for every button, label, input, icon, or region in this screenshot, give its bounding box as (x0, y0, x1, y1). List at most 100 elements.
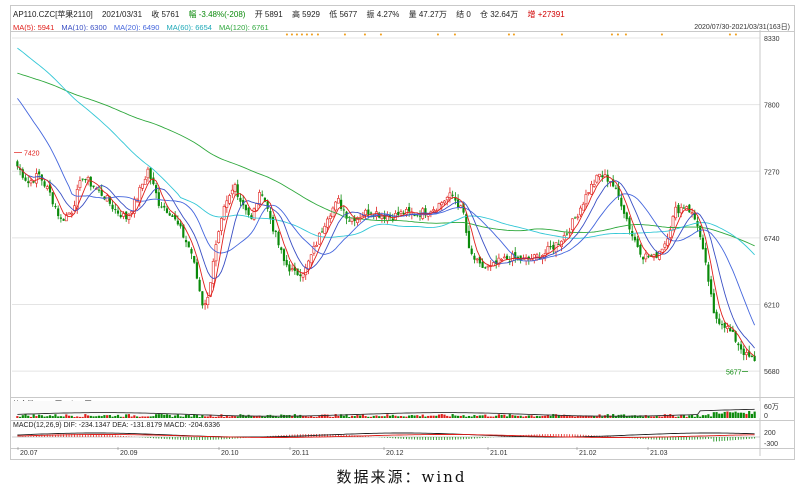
volume-bar (427, 415, 430, 418)
candle-body (620, 197, 623, 207)
event-marker: • (363, 31, 367, 39)
volume-bar (753, 411, 756, 418)
volume-bar (174, 415, 177, 418)
candle-body (432, 209, 435, 212)
volume-bar (696, 414, 699, 418)
candle-body (78, 180, 82, 188)
event-marker: • (295, 31, 299, 39)
candle-body (720, 324, 724, 326)
candle-body (45, 186, 49, 189)
event-marker: • (624, 31, 628, 39)
candle-body (682, 207, 685, 209)
candle-body (247, 207, 250, 215)
volume-bar (661, 416, 664, 418)
volume-bar (127, 414, 130, 418)
volume-bar (236, 416, 239, 418)
candle-body (707, 264, 710, 282)
candle-body (244, 204, 247, 211)
candle-body (211, 261, 215, 284)
volume-bar (495, 415, 498, 418)
candle-body (549, 246, 552, 248)
candle-body (97, 189, 101, 191)
volume-bar (601, 416, 604, 418)
volume-bar (228, 416, 231, 418)
candle-body (660, 248, 664, 253)
candle-body (89, 176, 92, 187)
candle-body (625, 212, 628, 220)
volume-bar (87, 415, 90, 418)
volume-bar (103, 415, 106, 418)
volume-bar (65, 414, 68, 418)
candle-body (67, 212, 71, 215)
x-tick-label: 21.02 (579, 450, 597, 457)
candle-body (125, 211, 128, 220)
event-marker: • (560, 31, 564, 39)
candle-body (261, 194, 264, 196)
volume-bar (451, 414, 454, 418)
volume-bar (315, 416, 318, 418)
volume-bar (198, 416, 201, 418)
candle-body (342, 209, 345, 211)
candle-body (222, 206, 226, 220)
candle-body (367, 209, 370, 215)
volume-bar (16, 416, 19, 418)
volume-bar (486, 416, 490, 418)
volume-bar (59, 416, 62, 418)
volume-bar (476, 415, 479, 418)
candle-body (24, 177, 27, 181)
event-marker: • (728, 31, 732, 39)
volume-bar (119, 416, 122, 418)
candle-body (565, 233, 569, 235)
candle-body (729, 328, 732, 332)
volume-bar (707, 414, 710, 418)
volume-bar (18, 416, 22, 418)
volume-bar (500, 414, 503, 418)
candle-body (274, 230, 277, 233)
event-marker: • (512, 31, 516, 39)
candle-body (690, 212, 694, 215)
volume-bar (388, 415, 392, 418)
candle-body (179, 223, 182, 227)
volume-bar (160, 414, 163, 418)
candle-body (704, 247, 707, 263)
candle-body (606, 174, 609, 182)
candle-body (43, 181, 46, 187)
volume-bar (342, 415, 345, 418)
candle-body (457, 199, 460, 208)
candle-body (35, 173, 38, 184)
candle-body (710, 279, 713, 295)
candle-body (86, 177, 90, 181)
candle-body (742, 348, 745, 355)
candle-body (628, 217, 631, 230)
volume-bar (715, 412, 718, 418)
volume-bar (682, 415, 685, 418)
volume-bar (541, 415, 544, 418)
volume-bar (470, 416, 473, 418)
source-caption: 数据来源：wind (336, 468, 467, 486)
candle-body (674, 206, 678, 219)
volume-bar (478, 415, 481, 418)
volume-bar (718, 413, 721, 418)
x-tick-label: 20.11 (292, 450, 309, 457)
volume-bar (212, 416, 215, 418)
candle-body (236, 184, 239, 197)
candle-body (171, 215, 174, 218)
volume-bar (307, 416, 310, 418)
candle-body (731, 329, 734, 332)
volume-bar (38, 414, 41, 418)
candle-body (410, 212, 414, 215)
candle-body (701, 237, 705, 249)
volume-bar (21, 415, 24, 418)
candle-body (220, 218, 223, 232)
volume-bar (184, 414, 188, 418)
candle-body (636, 238, 639, 247)
volume-bar (122, 416, 125, 418)
volume-bar (405, 416, 408, 418)
candle-body (644, 253, 648, 260)
candle-body (546, 246, 550, 254)
volume-bar (187, 415, 190, 418)
volume-bar (70, 415, 73, 418)
event-marker: • (290, 31, 294, 39)
candle-body (163, 205, 166, 208)
candle-body (614, 187, 617, 189)
